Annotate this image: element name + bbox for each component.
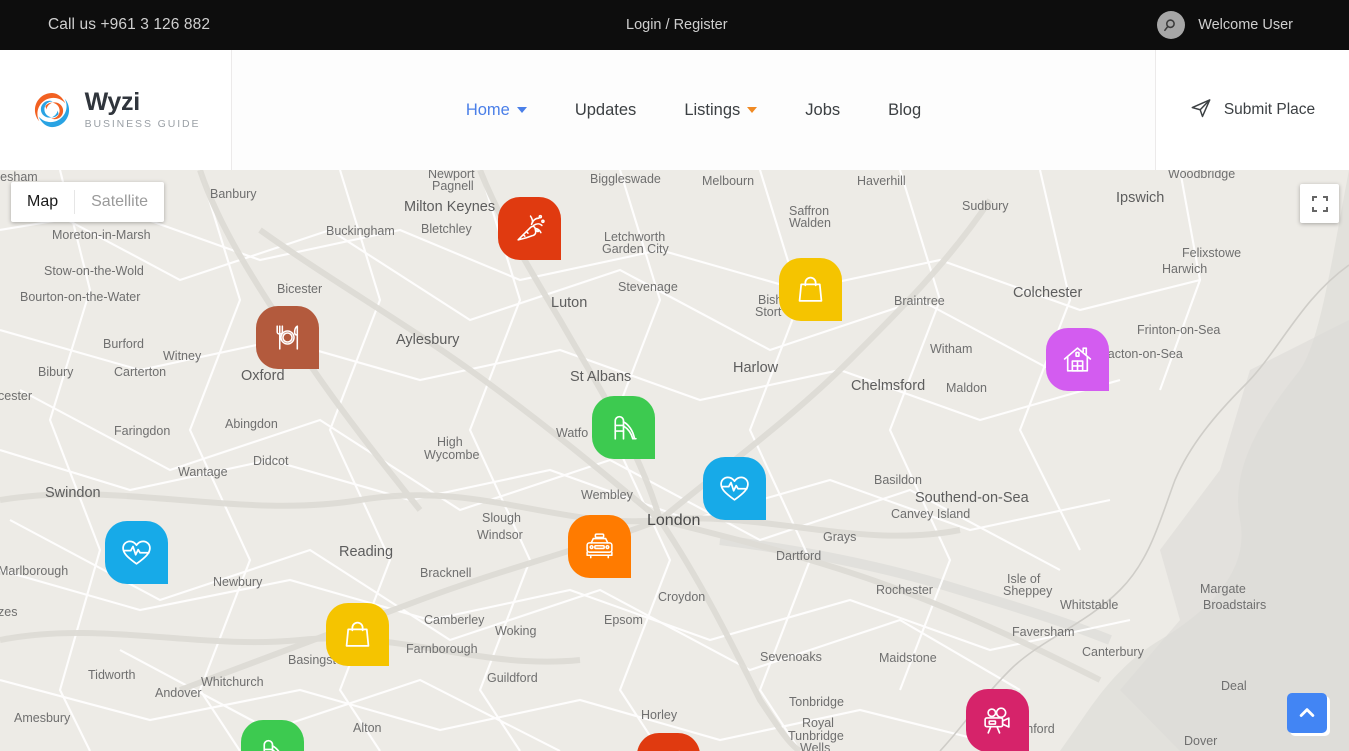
marker-shopping-2[interactable] [326,603,389,666]
nav-item-blog[interactable]: Blog [864,101,945,120]
search-avatar-icon[interactable] [1157,11,1186,39]
marker-cinema[interactable] [966,689,1029,751]
chevron-down-icon [747,107,758,113]
chevron-up-icon [1299,708,1315,717]
marker-realestate[interactable] [1046,328,1109,391]
marker-health-2[interactable] [105,521,168,584]
nav-item-label: Updates [574,100,637,119]
nav-item-home[interactable]: Home [442,101,551,120]
playground-icon [607,411,640,444]
taxi-icon [583,530,616,563]
main-nav: Home Updates Listings Jobs Blog [442,101,945,120]
scroll-to-top-button[interactable] [1287,693,1327,733]
marker-shopping-1[interactable] [779,258,842,321]
house-icon [1061,343,1094,376]
nav-item-label: Listings [684,100,741,119]
shopping-bag-icon [794,273,827,306]
nav-item-label: Blog [888,100,922,119]
map-canvas[interactable]: resham Banbury Newport Pagnell Biggleswade Me… [0,170,1349,751]
video-camera-icon [981,704,1014,737]
chevron-down-icon [516,107,527,113]
nav-item-listings[interactable]: Listings [660,101,781,120]
playground-icon [256,735,289,751]
nav-item-label: Jobs [805,100,841,119]
cta-zone: Submit Place [1156,50,1349,170]
map-type-satellite-button[interactable]: Satellite [75,182,164,222]
marker-groceries[interactable] [498,197,561,260]
marker-health-1[interactable] [703,457,766,520]
site-header: Wyzi BUSINESS GUIDE Home Updates Listing… [0,50,1349,170]
swirl-logo-icon [31,89,73,131]
nav-zone: Home Updates Listings Jobs Blog [231,50,1156,170]
nav-item-updates[interactable]: Updates [551,101,660,120]
nav-item-jobs[interactable]: Jobs [781,101,864,120]
marker-playground-1[interactable] [592,396,655,459]
marker-restaurant[interactable] [256,306,319,369]
carrot-icon [513,212,546,245]
submit-place-button[interactable]: Submit Place [1190,97,1315,124]
shopping-bag-icon [341,618,374,651]
restaurant-icon [271,321,304,354]
marker-taxi[interactable] [568,515,631,578]
map-type-control[interactable]: Map Satellite [11,182,165,222]
map-base-graphic [0,170,1349,751]
user-area[interactable]: Welcome User [1157,11,1293,39]
map-type-map-button[interactable]: Map [11,182,74,222]
nav-item-label: Home [465,100,510,119]
marker-playground-2[interactable] [241,720,304,751]
submit-place-label: Submit Place [1223,101,1316,118]
logo-zone[interactable]: Wyzi BUSINESS GUIDE [0,50,231,170]
paper-plane-icon [1190,97,1212,124]
heartbeat-icon [120,536,153,569]
fullscreen-icon [1311,195,1328,212]
welcome-text: Welcome User [1198,17,1293,33]
logo-title: Wyzi [84,88,141,117]
login-register-link[interactable]: Login / Register [626,17,728,33]
top-bar: Call us +961 3 126 882 Login / Register … [0,0,1349,50]
logo-subtitle: BUSINESS GUIDE [84,118,201,131]
heartbeat-icon [718,472,751,505]
site-logo[interactable]: Wyzi BUSINESS GUIDE [31,89,201,131]
phone-text: Call us +961 3 126 882 [48,16,211,33]
fullscreen-button[interactable] [1300,184,1339,223]
